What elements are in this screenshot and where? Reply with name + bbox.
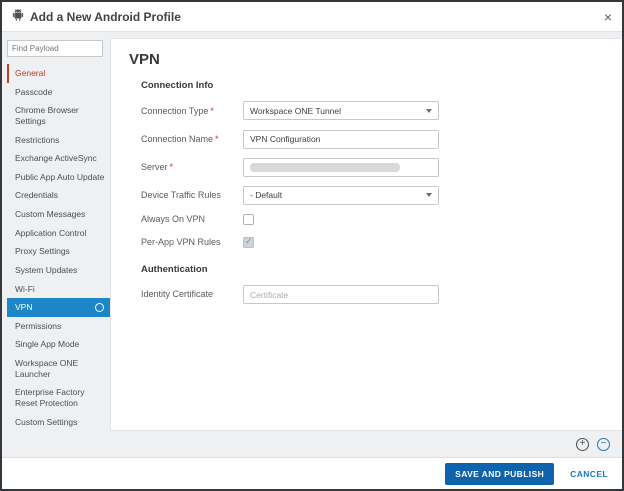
device-traffic-rules-value: - Default [250, 190, 282, 200]
sidebar-item-custom-messages[interactable]: Custom Messages [7, 205, 110, 224]
sidebar-item-single-app-mode[interactable]: Single App Mode [7, 335, 110, 354]
sidebar-item-passcode[interactable]: Passcode [7, 83, 110, 102]
payload-sidebar: General Passcode Chrome Browser Settings… [2, 32, 110, 457]
sidebar-item-custom-settings[interactable]: Custom Settings [7, 413, 110, 432]
connection-name-label: Connection Name* [141, 134, 243, 144]
section-authentication: Authentication [141, 264, 608, 275]
sidebar-item-vpn-label: VPN [15, 302, 32, 313]
payload-title: VPN [129, 51, 608, 68]
connection-name-row: Connection Name* [141, 129, 608, 149]
payload-action-strip: + − [110, 431, 622, 457]
connection-name-input[interactable] [243, 130, 439, 149]
sidebar-item-restrictions[interactable]: Restrictions [7, 131, 110, 150]
required-asterisk: * [210, 106, 214, 116]
sidebar-item-proxy-settings[interactable]: Proxy Settings [7, 242, 110, 261]
section-connection-info: Connection Info [141, 80, 608, 91]
sidebar-item-exchange-activesync[interactable]: Exchange ActiveSync [7, 149, 110, 168]
payload-search [7, 38, 110, 57]
per-app-vpn-rules-label: Per-App VPN Rules [141, 237, 243, 247]
close-icon[interactable]: × [604, 10, 612, 24]
device-traffic-rules-label: Device Traffic Rules [141, 190, 243, 200]
sidebar-item-public-app-auto-update[interactable]: Public App Auto Update [7, 168, 110, 187]
server-input[interactable] [243, 158, 439, 177]
per-app-vpn-rules-checkbox [243, 237, 254, 248]
vpn-payload-card: VPN Connection Info Connection Type* Wor… [110, 38, 622, 431]
required-asterisk: * [170, 162, 174, 172]
sidebar-item-permissions[interactable]: Permissions [7, 317, 110, 336]
connection-type-row: Connection Type* Workspace ONE Tunnel [141, 101, 608, 120]
dialog-header: Add a New Android Profile × [2, 2, 622, 32]
sidebar-item-vpn[interactable]: VPN [7, 298, 110, 317]
android-icon [12, 8, 24, 26]
identity-certificate-row: Identity Certificate [141, 285, 608, 305]
connection-type-value: Workspace ONE Tunnel [250, 106, 341, 116]
device-traffic-rules-select[interactable]: - Default [243, 186, 439, 205]
dialog-body: General Passcode Chrome Browser Settings… [2, 32, 622, 457]
find-payload-input[interactable] [7, 40, 103, 57]
main-panel: VPN Connection Info Connection Type* Wor… [110, 32, 622, 457]
add-android-profile-dialog: Add a New Android Profile × General Pass… [0, 0, 624, 491]
required-asterisk: * [215, 134, 219, 144]
sidebar-item-application-control[interactable]: Application Control [7, 224, 110, 243]
server-masked-value [250, 163, 400, 172]
connection-type-select[interactable]: Workspace ONE Tunnel [243, 101, 439, 120]
plus-circle-icon[interactable]: + [576, 438, 589, 451]
minus-circle-icon[interactable]: − [597, 438, 610, 451]
identity-certificate-label: Identity Certificate [141, 289, 243, 299]
cancel-button[interactable]: CANCEL [570, 469, 608, 479]
identity-certificate-input[interactable] [243, 285, 439, 304]
dialog-title: Add a New Android Profile [30, 10, 181, 24]
sidebar-item-chrome-browser-settings[interactable]: Chrome Browser Settings [7, 101, 110, 130]
always-on-vpn-row: Always On VPN [141, 214, 608, 225]
always-on-vpn-checkbox[interactable] [243, 214, 254, 225]
sidebar-item-wifi[interactable]: Wi-Fi [7, 280, 110, 299]
sidebar-item-credentials[interactable]: Credentials [7, 186, 110, 205]
always-on-vpn-label: Always On VPN [141, 214, 243, 224]
save-and-publish-button[interactable]: SAVE AND PUBLISH [445, 463, 554, 485]
vpn-configured-badge-icon [95, 303, 104, 312]
device-traffic-rules-row: Device Traffic Rules - Default [141, 186, 608, 205]
per-app-vpn-rules-row: Per-App VPN Rules [141, 237, 608, 248]
dialog-footer: SAVE AND PUBLISH CANCEL [2, 457, 622, 489]
server-row: Server* [141, 158, 608, 177]
payload-list: General Passcode Chrome Browser Settings… [7, 64, 110, 431]
sidebar-item-system-updates[interactable]: System Updates [7, 261, 110, 280]
chevron-down-icon [426, 193, 432, 197]
chevron-down-icon [426, 109, 432, 113]
sidebar-item-enterprise-factory-reset-protection[interactable]: Enterprise Factory Reset Protection [7, 383, 110, 412]
server-label: Server* [141, 162, 243, 172]
connection-type-label: Connection Type* [141, 106, 243, 116]
sidebar-item-workspace-one-launcher[interactable]: Workspace ONE Launcher [7, 354, 110, 383]
sidebar-item-general[interactable]: General [7, 64, 110, 83]
